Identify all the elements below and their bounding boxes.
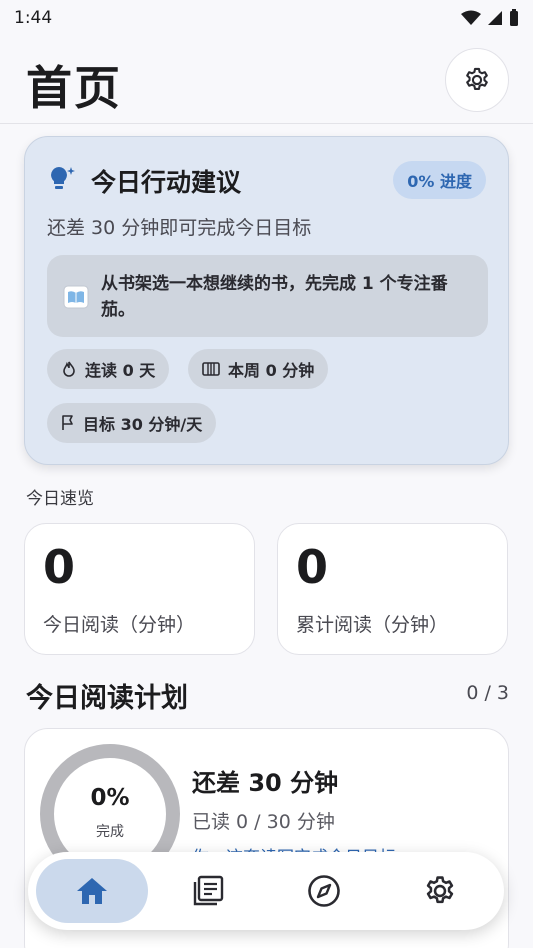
suggestion-title: 今日行动建议: [91, 168, 242, 197]
open-book-icon: [63, 285, 89, 309]
flame-icon: [63, 361, 75, 377]
suggestion-subtitle: 还差 30 分钟即可完成今日目标: [47, 217, 312, 239]
nav-library[interactable]: [152, 859, 264, 923]
reading-plan-title: 今日阅读计划: [26, 683, 188, 714]
status-bar: 1:44: [0, 0, 533, 36]
today-reading-value: 0: [43, 540, 76, 594]
status-time: 1:44: [14, 8, 53, 28]
wifi-icon: [461, 10, 481, 25]
explore-icon: [308, 875, 340, 907]
nav-explore[interactable]: [268, 859, 380, 923]
home-icon: [77, 878, 107, 904]
goal-label: 目标 30 分钟/天: [83, 415, 203, 434]
plan-remaining: 还差 30 分钟: [192, 769, 339, 797]
reading-plan-count: 0 / 3: [466, 682, 509, 704]
goal-chip: 目标 30 分钟/天: [47, 403, 217, 443]
tip-text: 从书架选一本想继续的书，先完成 1 个专注番茄。: [101, 274, 448, 320]
settings-button[interactable]: [445, 48, 509, 112]
streak-label: 连读 0 天: [85, 361, 156, 380]
gear-icon: [466, 67, 488, 91]
calendar-week-icon: [202, 362, 220, 376]
flag-icon: [62, 415, 73, 430]
nav-settings[interactable]: [384, 859, 496, 923]
settings-icon: [426, 876, 454, 904]
total-reading-value: 0: [296, 540, 329, 594]
ring-percent: 0%: [90, 785, 130, 811]
week-label: 本周 0 分钟: [228, 361, 315, 380]
overview-section-label: 今日速览: [26, 489, 94, 509]
lightbulb-icon: [51, 167, 75, 189]
today-reading-label: 今日阅读（分钟）: [43, 614, 196, 636]
week-chip: 本周 0 分钟: [188, 349, 329, 389]
library-icon: [193, 875, 224, 906]
total-reading-card[interactable]: 0 累计阅读（分钟）: [277, 523, 508, 655]
streak-chip: 连读 0 天: [47, 349, 170, 389]
header: 首页: [0, 40, 533, 124]
bottom-navigation: [28, 852, 504, 930]
nav-home[interactable]: [36, 859, 148, 923]
battery-icon: [510, 9, 518, 26]
ring-label: 完成: [96, 824, 124, 840]
suggestion-tip: 从书架选一本想继续的书，先完成 1 个专注番茄。: [47, 255, 488, 337]
signal-icon: [488, 11, 502, 25]
status-icons: [461, 9, 519, 27]
progress-chip: 0% 进度: [393, 161, 486, 199]
today-reading-card[interactable]: 0 今日阅读（分钟）: [24, 523, 255, 655]
page-title: 首页: [26, 61, 122, 115]
action-suggestion-card[interactable]: 今日行动建议 0% 进度 还差 30 分钟即可完成今日目标 从书架选一本想继续的…: [24, 136, 509, 465]
plan-read-progress: 已读 0 / 30 分钟: [192, 811, 335, 833]
total-reading-label: 累计阅读（分钟）: [296, 614, 449, 636]
